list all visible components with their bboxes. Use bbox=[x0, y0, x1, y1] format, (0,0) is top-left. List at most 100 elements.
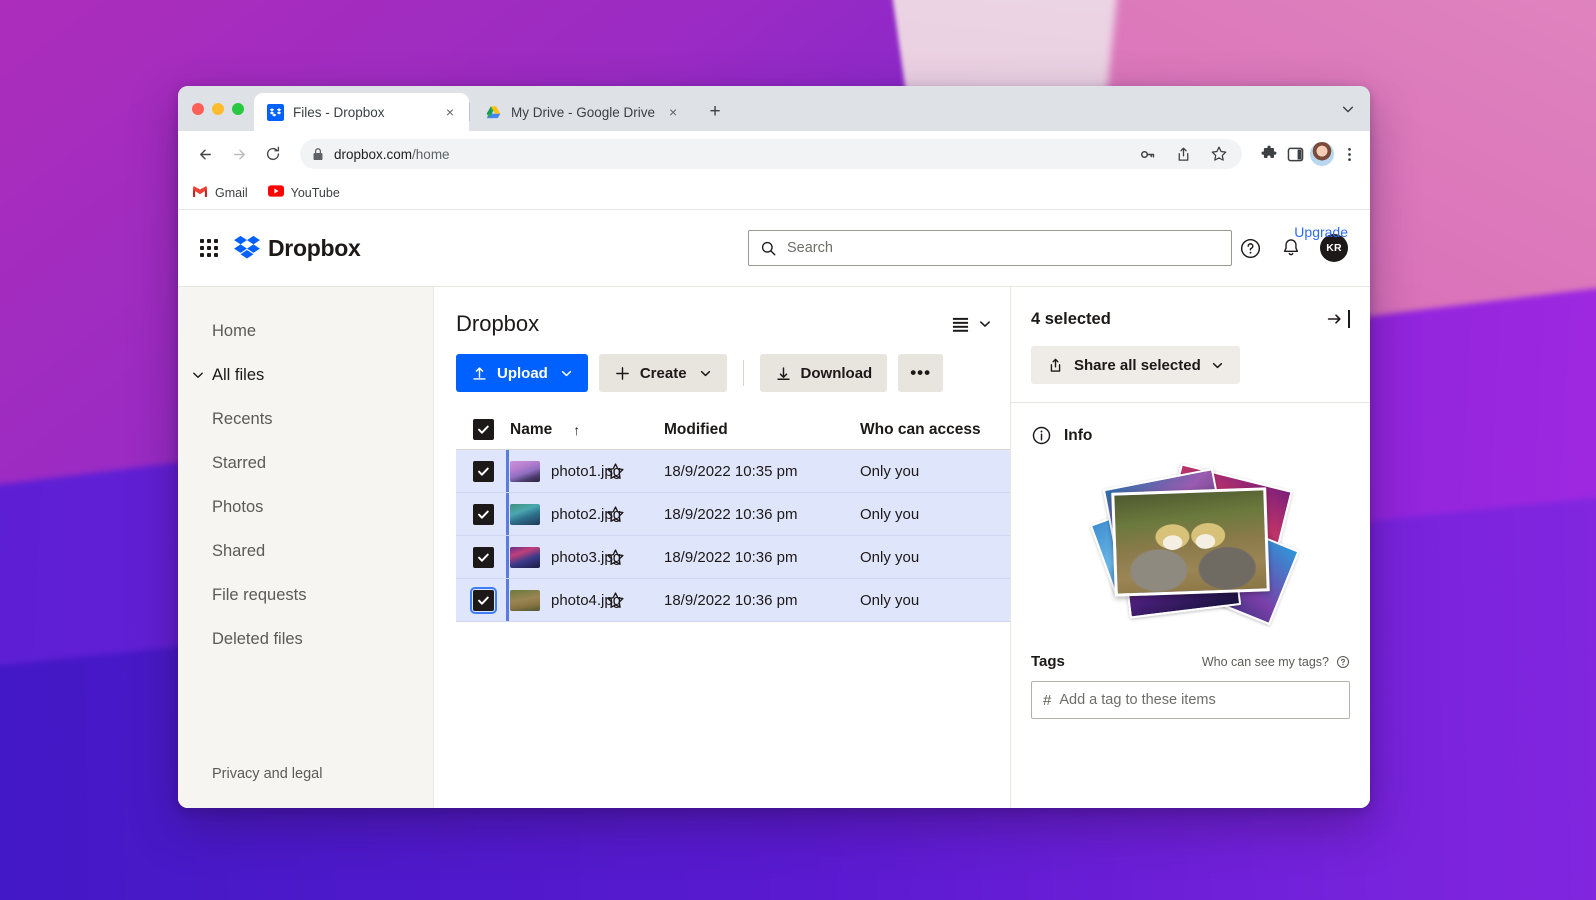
star-cell[interactable] bbox=[606, 505, 664, 524]
dropbox-logo[interactable]: Dropbox bbox=[234, 235, 361, 262]
table-header-row: Name ↑ Modified Who can access bbox=[456, 410, 1010, 450]
column-header-name[interactable]: Name ↑ bbox=[510, 421, 606, 439]
back-arrow-icon[interactable] bbox=[190, 139, 220, 169]
sidebar-item-photos[interactable]: Photos bbox=[178, 485, 433, 529]
bookmark-label: YouTube bbox=[290, 186, 340, 200]
row-checkbox[interactable] bbox=[472, 460, 494, 482]
view-options-button[interactable] bbox=[951, 316, 992, 333]
more-actions-button[interactable]: ••• bbox=[898, 354, 944, 392]
download-button[interactable]: Download bbox=[759, 354, 888, 392]
forward-arrow-icon[interactable] bbox=[224, 139, 254, 169]
star-icon[interactable] bbox=[606, 591, 625, 610]
table-row[interactable]: photo3.jpg 18/9/2022 10:36 pm Only you bbox=[456, 536, 1010, 579]
row-checkbox[interactable] bbox=[472, 546, 494, 568]
share-button-label: Share all selected bbox=[1074, 356, 1201, 374]
tags-help-link[interactable]: Who can see my tags? bbox=[1202, 655, 1350, 669]
table-row[interactable]: photo2.jpg 18/9/2022 10:36 pm Only you bbox=[456, 493, 1010, 536]
row-checkbox[interactable] bbox=[469, 586, 497, 614]
help-circle-icon[interactable] bbox=[1238, 236, 1262, 260]
star-cell[interactable] bbox=[606, 462, 664, 481]
sort-ascending-icon: ↑ bbox=[573, 421, 581, 438]
close-icon[interactable]: × bbox=[664, 103, 682, 121]
select-all-checkbox-cell[interactable] bbox=[456, 419, 510, 440]
minimize-window-button[interactable] bbox=[212, 102, 224, 115]
sidebar-item-starred[interactable]: Starred bbox=[178, 441, 433, 485]
sidebar-item-file-requests[interactable]: File requests bbox=[178, 573, 433, 617]
sidebar-item-all-files[interactable]: All files bbox=[178, 353, 433, 397]
column-header-who-can-access[interactable]: Who can access bbox=[860, 421, 1010, 439]
three-dot-menu-icon[interactable] bbox=[1338, 143, 1360, 165]
create-button-label: Create bbox=[639, 364, 687, 382]
privacy-and-legal-link[interactable]: Privacy and legal bbox=[178, 766, 433, 808]
star-icon[interactable] bbox=[606, 548, 625, 567]
sidebar-item-shared[interactable]: Shared bbox=[178, 529, 433, 573]
tag-input[interactable] bbox=[1059, 692, 1338, 708]
sidebar-item-label: All files bbox=[212, 365, 265, 384]
chevron-down-icon[interactable] bbox=[1332, 86, 1364, 131]
column-header-name-label: Name bbox=[510, 420, 553, 438]
tab-title: Files - Dropbox bbox=[293, 104, 385, 120]
file-name-cell[interactable]: photo4.jpg bbox=[510, 589, 621, 611]
plus-icon bbox=[614, 365, 631, 382]
bookmark-gmail[interactable]: Gmail bbox=[192, 185, 248, 201]
file-access: Only you bbox=[860, 591, 920, 609]
search-box[interactable] bbox=[748, 230, 1232, 266]
file-name-cell[interactable]: photo2.jpg bbox=[510, 503, 621, 525]
tab-files-dropbox[interactable]: Files - Dropbox × bbox=[254, 93, 469, 131]
select-all-checkbox[interactable] bbox=[472, 419, 494, 440]
profile-avatar[interactable] bbox=[1310, 142, 1334, 166]
sidebar-item-home[interactable]: Home bbox=[178, 309, 433, 353]
tag-input-wrapper[interactable]: # bbox=[1031, 681, 1350, 719]
close-icon[interactable]: × bbox=[441, 103, 459, 121]
reload-icon[interactable] bbox=[258, 139, 288, 169]
bookmark-youtube[interactable]: YouTube bbox=[267, 185, 340, 201]
list-view-icon bbox=[951, 316, 970, 333]
row-checkbox-cell[interactable] bbox=[456, 460, 510, 482]
browser-toolbar: dropbox.com/home bbox=[178, 131, 1370, 177]
sidebar-item-deleted-files[interactable]: Deleted files bbox=[178, 617, 433, 661]
share-icon bbox=[1047, 357, 1064, 374]
chevron-down-icon bbox=[191, 368, 205, 382]
side-panel-icon[interactable] bbox=[1284, 143, 1306, 165]
search-input[interactable] bbox=[787, 240, 1220, 256]
star-cell[interactable] bbox=[606, 591, 664, 610]
desktop-wallpaper: Files - Dropbox × My Drive - Google Driv… bbox=[0, 0, 1596, 900]
upgrade-link[interactable]: Upgrade bbox=[1294, 224, 1348, 240]
star-icon[interactable] bbox=[606, 462, 625, 481]
close-window-button[interactable] bbox=[192, 102, 204, 115]
app-grid-icon[interactable] bbox=[200, 239, 218, 257]
row-checkbox-cell[interactable] bbox=[456, 546, 510, 568]
table-row[interactable]: photo4.jpg 18/9/2022 10:36 pm Only you bbox=[456, 579, 1010, 622]
file-name-cell[interactable]: photo1.jpg bbox=[510, 460, 621, 482]
collapse-panel-right-icon[interactable] bbox=[1326, 309, 1350, 329]
column-header-modified[interactable]: Modified bbox=[664, 421, 860, 439]
selection-count: 4 selected bbox=[1031, 309, 1111, 328]
maximize-window-button[interactable] bbox=[232, 102, 244, 115]
password-key-icon[interactable] bbox=[1136, 143, 1158, 165]
sidebar-item-recents[interactable]: Recents bbox=[178, 397, 433, 441]
star-cell[interactable] bbox=[606, 548, 664, 567]
file-table: Name ↑ Modified Who can access photo1.jp… bbox=[456, 410, 1010, 622]
table-row[interactable]: photo1.jpg 18/9/2022 10:35 pm Only you bbox=[456, 450, 1010, 493]
sidebar-item-label: File requests bbox=[212, 585, 307, 604]
row-checkbox-cell[interactable] bbox=[456, 586, 510, 614]
breadcrumb[interactable]: Dropbox bbox=[456, 311, 539, 337]
tab-my-drive-google-drive[interactable]: My Drive - Google Drive × bbox=[472, 93, 692, 131]
share-all-selected-button[interactable]: Share all selected bbox=[1031, 346, 1240, 384]
share-icon[interactable] bbox=[1172, 143, 1194, 165]
address-bar[interactable]: dropbox.com/home bbox=[300, 139, 1242, 169]
bookmark-star-icon[interactable] bbox=[1208, 143, 1230, 165]
file-name-cell[interactable]: photo3.jpg bbox=[510, 546, 621, 568]
upload-button[interactable]: Upload bbox=[456, 354, 588, 392]
sidebar-item-label: Recents bbox=[212, 409, 273, 428]
help-circle-icon[interactable] bbox=[1336, 655, 1350, 669]
file-thumbnail bbox=[510, 503, 540, 525]
extensions-puzzle-icon[interactable] bbox=[1258, 143, 1280, 165]
sidebar: Home All files Recents Starred Photos Sh… bbox=[178, 287, 434, 808]
star-icon[interactable] bbox=[606, 505, 625, 524]
row-checkbox[interactable] bbox=[472, 503, 494, 525]
row-checkbox-cell[interactable] bbox=[456, 503, 510, 525]
create-button[interactable]: Create bbox=[598, 354, 727, 392]
new-tab-button[interactable]: + bbox=[700, 97, 730, 127]
window-controls[interactable] bbox=[190, 86, 254, 131]
